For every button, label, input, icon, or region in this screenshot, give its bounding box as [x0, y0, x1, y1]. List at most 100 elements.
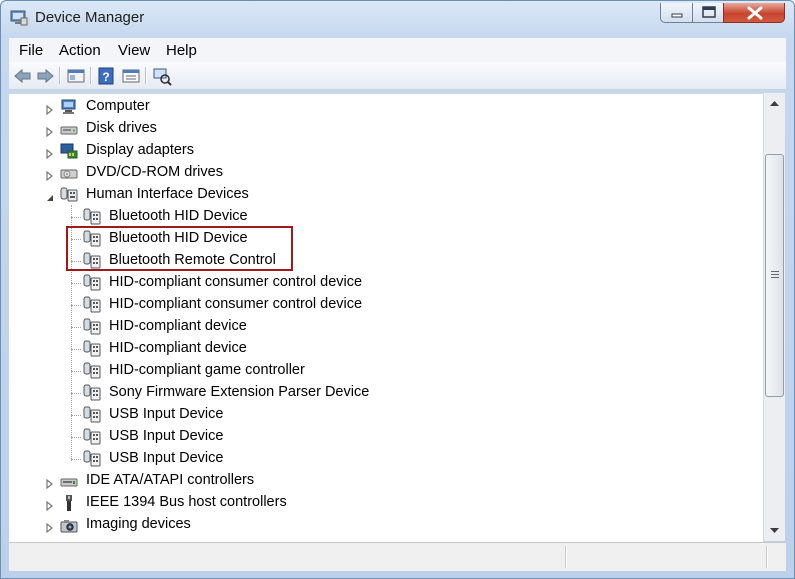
- hid-device-icon: [82, 318, 102, 336]
- scroll-down-arrow-icon[interactable]: [764, 522, 785, 539]
- toolbar: ?: [9, 62, 786, 90]
- title-bar[interactable]: Device Manager: [1, 1, 794, 37]
- menu-view[interactable]: View: [118, 42, 150, 59]
- expand-arrow-icon[interactable]: [45, 498, 55, 512]
- grip-line: [771, 271, 779, 272]
- tree-device-item[interactable]: HID-compliant game controller: [9, 360, 763, 382]
- vertical-scrollbar[interactable]: [763, 93, 785, 541]
- tree-category[interactable]: Disk drives: [9, 118, 763, 140]
- hid-device-icon: [82, 428, 102, 446]
- scrollbar-thumb[interactable]: [765, 154, 784, 397]
- menu-action[interactable]: Action: [59, 42, 101, 59]
- tree-category-expanded[interactable]: Human Interface Devices: [9, 184, 763, 206]
- tree-item-label: HID-compliant consumer control device: [109, 274, 363, 290]
- tree-item-label: USB Input Device: [109, 428, 224, 444]
- forward-arrow-icon[interactable]: [35, 66, 55, 86]
- tree-item-label: DVD/CD-ROM drives: [86, 164, 223, 180]
- tree-category[interactable]: Imaging devices: [9, 514, 763, 536]
- tree-item-label: Disk drives: [86, 120, 157, 136]
- ieee1394-icon: [59, 494, 79, 512]
- tree-item-label: Bluetooth HID Device: [109, 230, 248, 246]
- expand-arrow-icon[interactable]: [45, 102, 55, 116]
- tree-category[interactable]: Display adapters: [9, 140, 763, 162]
- tree-device-item[interactable]: HID-compliant consumer control device: [9, 294, 763, 316]
- hid-device-icon: [82, 340, 102, 358]
- show-hide-console-tree-icon[interactable]: [66, 66, 86, 86]
- display-adapter-icon: [59, 142, 79, 160]
- tree-connector: [71, 459, 81, 460]
- tree-device-item[interactable]: HID-compliant device: [9, 338, 763, 360]
- tree-connector: [71, 261, 81, 262]
- tree-item-label: USB Input Device: [109, 406, 224, 422]
- tree-connector: [71, 327, 81, 328]
- tree-device-item[interactable]: HID-compliant consumer control device: [9, 272, 763, 294]
- tree-category[interactable]: IDE ATA/ATAPI controllers: [9, 470, 763, 492]
- tree-item-label: Computer: [86, 98, 150, 114]
- collapse-arrow-icon[interactable]: [45, 190, 55, 201]
- tree-device-item[interactable]: USB Input Device: [9, 448, 763, 470]
- tree-device-item[interactable]: HID-compliant device: [9, 316, 763, 338]
- expand-arrow-icon[interactable]: [45, 520, 55, 534]
- tree-device-item[interactable]: Bluetooth Remote Control: [9, 250, 763, 272]
- tree-connector: [71, 349, 81, 350]
- tree-category[interactable]: IEEE 1394 Bus host controllers: [9, 492, 763, 514]
- ide-controller-icon: [59, 472, 79, 490]
- tree-connector: [71, 393, 81, 394]
- hid-device-icon: [82, 384, 102, 402]
- tree-device-item[interactable]: USB Input Device: [9, 404, 763, 426]
- help-icon[interactable]: ?: [96, 66, 116, 86]
- tree-item-label: HID-compliant device: [109, 340, 247, 356]
- scroll-up-arrow-icon[interactable]: [764, 95, 785, 112]
- hid-device-icon: [82, 274, 102, 292]
- scan-hardware-icon[interactable]: [152, 66, 172, 86]
- grip-line: [771, 274, 779, 275]
- back-arrow-icon[interactable]: [13, 66, 33, 86]
- hid-device-icon: [82, 450, 102, 468]
- menu-file[interactable]: File: [19, 42, 43, 59]
- tree-device-item[interactable]: USB Input Device: [9, 426, 763, 448]
- tree-item-label: Bluetooth Remote Control: [109, 252, 276, 268]
- hid-device-icon: [82, 252, 102, 270]
- device-tree[interactable]: Computer Disk drives Display adapters DVD/C…: [9, 93, 763, 542]
- expand-arrow-icon[interactable]: [45, 168, 55, 182]
- hid-device-icon: [82, 230, 102, 248]
- toolbar-separator: [145, 67, 147, 84]
- menu-help[interactable]: Help: [166, 42, 197, 59]
- tree-item-label: Bluetooth HID Device: [109, 208, 248, 224]
- tree-item-label: Imaging devices: [86, 516, 191, 532]
- tree-connector: [71, 437, 81, 438]
- maximize-button[interactable]: [692, 3, 724, 23]
- expand-arrow-icon[interactable]: [45, 476, 55, 490]
- tree-item-label: HID-compliant game controller: [109, 362, 305, 378]
- tree-category[interactable]: DVD/CD-ROM drives: [9, 162, 763, 184]
- camera-icon: [59, 516, 79, 534]
- tree-item-label: Human Interface Devices: [86, 186, 249, 202]
- svg-text:?: ?: [102, 70, 109, 84]
- expand-arrow-icon[interactable]: [45, 146, 55, 160]
- tree-connector: [71, 415, 81, 416]
- grip-line: [771, 277, 779, 278]
- tree-item-label: HID-compliant device: [109, 318, 247, 334]
- device-manager-icon: [10, 10, 28, 26]
- tree-connector: [71, 239, 81, 240]
- hid-icon: [59, 186, 79, 204]
- tree-device-item[interactable]: Sony Firmware Extension Parser Device: [9, 382, 763, 404]
- tree-device-item[interactable]: Bluetooth HID Device: [9, 206, 763, 228]
- computer-icon: [59, 98, 79, 116]
- close-button[interactable]: [723, 3, 785, 23]
- tree-category[interactable]: Computer: [9, 96, 763, 118]
- minimize-button[interactable]: [660, 3, 693, 23]
- properties-icon[interactable]: [121, 66, 141, 86]
- status-divider: [565, 546, 567, 568]
- device-manager-window: Device Manager File Action View Help ? C…: [0, 0, 795, 579]
- tree-device-item[interactable]: Bluetooth HID Device: [9, 228, 763, 250]
- status-divider: [766, 546, 768, 568]
- tree-item-label: HID-compliant consumer control device: [109, 296, 363, 312]
- tree-connector: [71, 217, 81, 218]
- expand-arrow-icon[interactable]: [45, 124, 55, 138]
- tree-item-label: IEEE 1394 Bus host controllers: [86, 494, 287, 510]
- status-bar: [9, 542, 786, 571]
- disk-drive-icon: [59, 120, 79, 138]
- hid-device-icon: [82, 406, 102, 424]
- menu-bar: File Action View Help: [9, 38, 786, 62]
